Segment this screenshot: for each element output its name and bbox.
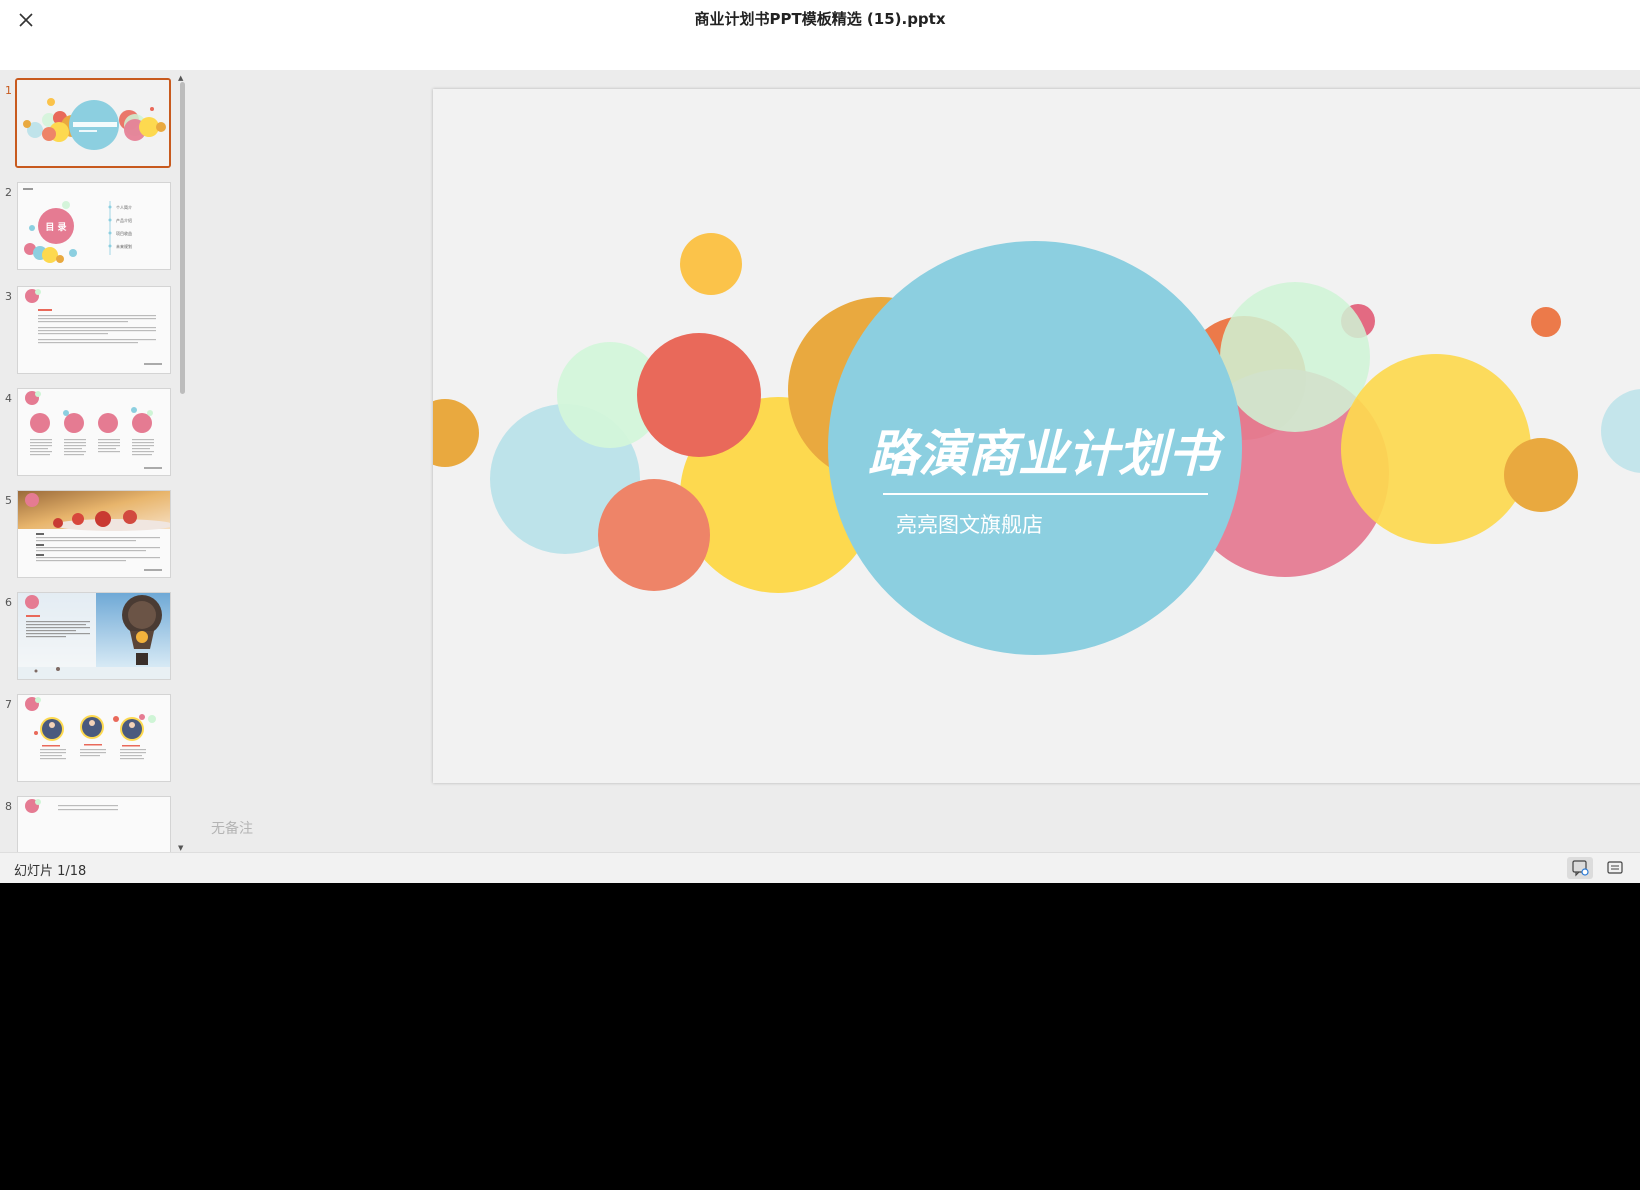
thumbnail-row[interactable]: 1 [0, 78, 176, 172]
status-bar: 幻灯片 1/18 [0, 852, 1640, 883]
thumbnail-row[interactable]: 6 [0, 592, 176, 684]
slide-thumbnail-3[interactable] [17, 286, 171, 374]
thumbnail-preview [18, 287, 170, 373]
keyboard-icon [1607, 861, 1623, 874]
slide-artwork: 路演商业计划书 亮亮图文旗舰店 [433, 89, 1640, 783]
slide-thumbnail-5[interactable] [17, 490, 171, 578]
thumbnail-text: 项目收益 [116, 230, 132, 236]
slide-subtitle: 亮亮图文旗舰店 [896, 513, 1043, 537]
thumbnail-row[interactable]: 5 [0, 490, 176, 582]
slide-thumbnail-7[interactable] [17, 694, 171, 782]
app-window: 商业计划书PPT模板精选 (15).pptx 1 2 目 录 个人简介 产品介绍… [0, 0, 1640, 883]
scrollbar-thumb[interactable] [180, 82, 185, 394]
thumbnail-preview: 目 录 个人简介 产品介绍 项目收益 未来规划 [18, 183, 170, 269]
thumbnail-row[interactable]: 3 [0, 286, 176, 378]
slide-counter: 幻灯片 1/18 [14, 864, 87, 879]
thumbnail-text: 个人简介 [116, 204, 132, 210]
thumbnail-number: 4 [5, 392, 12, 405]
thumbnail-number: 1 [5, 84, 12, 97]
thumbnail-row[interactable]: 2 目 录 个人简介 产品介绍 项目收益 未来规划 [0, 182, 176, 274]
notes-view-icon [1572, 860, 1589, 877]
slide-main[interactable]: 路演商业计划书 亮亮图文旗舰店 [433, 89, 1640, 783]
thumbnail-number: 6 [5, 596, 12, 609]
notes-view-button[interactable] [1567, 857, 1593, 879]
thumbnail-preview [18, 389, 170, 475]
thumbnail-preview [18, 797, 170, 852]
slide-notes[interactable]: 无备注 [211, 818, 253, 838]
thumbnail-number: 5 [5, 494, 12, 507]
thumbnail-number: 8 [5, 800, 12, 813]
slide-title: 路演商业计划书 [868, 425, 1226, 483]
slide-thumbnail-8[interactable] [17, 796, 171, 852]
subtitle-button[interactable] [1602, 857, 1628, 879]
slide-thumbnail-1[interactable] [15, 78, 171, 168]
slide-thumbnail-6[interactable] [17, 592, 171, 680]
thumbnail-row[interactable]: 4 [0, 388, 176, 480]
thumbnail-preview [17, 80, 169, 166]
thumbnail-text: 未来规划 [116, 243, 132, 249]
title-bar: 商业计划书PPT模板精选 (15).pptx [0, 0, 1640, 70]
thumbnail-heading: 目 录 [45, 222, 66, 233]
thumbnail-number: 3 [5, 290, 12, 303]
thumbnail-row[interactable]: 7 [0, 694, 176, 786]
thumbnail-preview [18, 695, 170, 781]
thumbnail-preview [18, 491, 170, 577]
scroll-up-arrow-icon[interactable]: ▲ [178, 74, 183, 82]
document-title: 商业计划书PPT模板精选 (15).pptx [694, 10, 946, 28]
scroll-down-arrow-icon[interactable]: ▼ [178, 844, 183, 852]
slide-thumbnail-panel[interactable]: 1 2 目 录 个人简介 产品介绍 项目收益 未来规划 3 4 5 6 7 8 [0, 70, 190, 852]
thumbnail-row[interactable]: 8 [0, 796, 176, 852]
thumbnail-number: 2 [5, 186, 12, 199]
thumbnail-scrollbar[interactable]: ▲ ▼ [178, 74, 187, 852]
slide-thumbnail-4[interactable] [17, 388, 171, 476]
thumbnail-preview [18, 593, 170, 679]
thumbnail-number: 7 [5, 698, 12, 711]
slide-thumbnail-2[interactable]: 目 录 个人简介 产品介绍 项目收益 未来规划 [17, 182, 171, 270]
thumbnail-text: 产品介绍 [116, 217, 132, 223]
